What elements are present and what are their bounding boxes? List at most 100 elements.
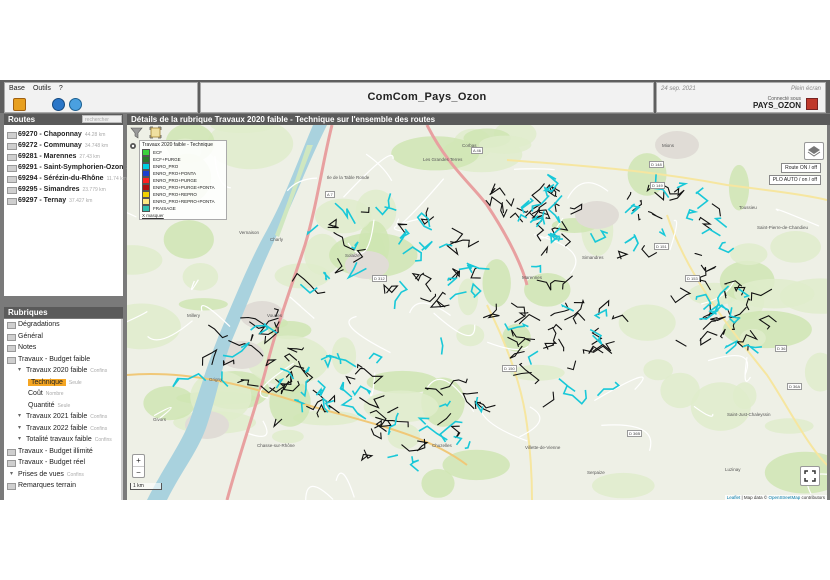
route-length: 11.74 km [106, 176, 127, 182]
map-canvas[interactable] [127, 125, 827, 500]
map-attribution: Leaflet | Map data © OpenStreetMap contr… [724, 495, 827, 500]
legend-settings-icon[interactable] [129, 142, 137, 150]
road-label: D 36A [787, 383, 803, 390]
road-label: D 150 [502, 365, 517, 372]
road-label: D 36B [627, 430, 643, 437]
legend-label: ENRO_PRO+PURGE+PONTA [153, 185, 215, 190]
route-item[interactable]: 69281 - Marennes 27.43 km [4, 151, 123, 162]
folder-icon [7, 187, 17, 194]
rubrique-item[interactable]: ▾ Prises de vues Confins [4, 469, 121, 481]
rubrique-sub: Nombre [45, 391, 64, 397]
expand-arrow-icon[interactable]: ▾ [10, 469, 13, 481]
rubrique-item[interactable]: Technique Seule [4, 377, 121, 389]
folder-icon [7, 356, 16, 364]
field-patch [272, 429, 304, 444]
legend-label: ENRO_PRO [153, 164, 179, 169]
legend-label: ENRO_PRO+REPRO+PONTA [153, 199, 215, 204]
field-patch [690, 382, 751, 431]
rubrique-item[interactable]: Quantité Seule [4, 400, 121, 412]
map-fullscreen-button[interactable] [800, 466, 820, 486]
exit-door-icon[interactable] [13, 98, 26, 111]
map-view[interactable]: Corbas Mions Les Grandes Terres Saint-Pierr… [127, 125, 827, 500]
expand-icon[interactable] [149, 126, 162, 139]
place-label: Les Grandes Terres [423, 157, 463, 162]
route-item[interactable]: 69291 - Saint-Symphorien-Ozon25.64 km [4, 162, 147, 173]
legend-rows: ECF ECF+PURGE ENRO_PRO ENRO_PRO+PONTA ENRO_P… [142, 149, 224, 212]
legend-swatch [142, 177, 150, 184]
expand-arrow-icon[interactable]: ▾ [18, 434, 21, 446]
user-panel: 24 sep. 2021 Plein écran Connecté sous P… [656, 82, 826, 113]
menu-base[interactable]: Base [9, 85, 25, 92]
route-search-input[interactable]: rechercher [82, 115, 122, 123]
place-label: Serpaize [587, 470, 605, 475]
place-label: Luzinay [725, 467, 741, 472]
fullscreen-link[interactable]: Plein écran [791, 86, 821, 92]
layers-button[interactable] [804, 142, 824, 160]
rubrique-label: Travaux 2021 faible [26, 413, 88, 420]
menu-help[interactable]: ? [59, 85, 63, 92]
user-name: PAYS_OZON [752, 101, 801, 110]
rubrique-item[interactable]: Travaux - Budget faible [4, 354, 121, 366]
place-label: Millery [187, 313, 200, 318]
legend-swatch [142, 205, 150, 212]
rubrique-item[interactable]: ▾ Travaux 2020 faible Confins [4, 365, 121, 377]
rubrique-item[interactable]: Coût Nombre [4, 388, 121, 400]
rubrique-item[interactable]: Notes [4, 342, 121, 354]
expand-arrow-icon[interactable]: ▾ [18, 423, 21, 435]
field-patch [764, 418, 814, 434]
rubriques-scrollbar[interactable] [121, 319, 123, 500]
filter-icon[interactable] [130, 126, 143, 139]
rubriques-title: Rubriques [8, 308, 48, 317]
legend-label: ENRO_PRO+PONTA [153, 171, 197, 176]
road-label: A 46 [471, 147, 484, 154]
rubriques-header: Rubriques [4, 307, 123, 318]
expand-arrow-icon[interactable]: ▾ [18, 411, 21, 423]
road-label: D 312 [372, 275, 387, 282]
field-patch [178, 298, 228, 311]
place-label: Chuzelles [432, 443, 452, 448]
legend-hide-link[interactable]: X masquer [142, 213, 224, 218]
rubrique-item[interactable]: Dégradations [4, 319, 121, 331]
rubrique-item[interactable]: Général [4, 331, 121, 343]
menu-outils[interactable]: Outils [33, 85, 51, 92]
rubrique-item[interactable]: ▾ Travaux 2022 faible Confins [4, 423, 121, 435]
search-globe-icon[interactable] [69, 98, 82, 111]
route-item[interactable]: 69270 - Chaponnay 44.28 km [4, 129, 123, 140]
rubrique-item[interactable]: ▾ Totalité travaux faible Confins [4, 434, 121, 446]
folder-icon [7, 448, 16, 456]
route-item[interactable]: 69297 - Ternay 37.427 km [4, 195, 123, 206]
route-label: 69272 - Communay [18, 142, 82, 149]
rubrique-sub: Seule [57, 402, 71, 409]
rubrique-item[interactable]: ▾ Travaux 2021 faible Confins [4, 411, 121, 423]
route-toggle-button[interactable]: Route ON / off [781, 163, 821, 173]
place-label: Mions [662, 143, 675, 148]
app-window: Base Outils ? ComCom_Pays_Ozon 24 sep. 2… [0, 80, 830, 500]
route-label: 69291 - Saint-Symphorien-Ozon [18, 164, 124, 171]
field-patch [143, 386, 196, 421]
route-item[interactable]: 69272 - Communay 34.748 km [4, 140, 123, 151]
routes-title: Routes [8, 115, 36, 124]
rubrique-label: Travaux 2022 faible [26, 424, 88, 432]
zoom-in-button[interactable]: + [133, 455, 144, 467]
plo-auto-toggle-button[interactable]: PLO AUTO / on / off [768, 175, 821, 185]
rubrique-item[interactable]: Travaux - Budget illimité [4, 446, 121, 458]
field-patch [730, 243, 768, 266]
legend-row: ECF+PURGE [142, 156, 224, 163]
route-length: 27.43 km [79, 154, 100, 160]
place-label: Saint-Just-Chaleyssin [727, 412, 771, 417]
legend-row: ENRO_PRO+PONTA [142, 170, 224, 177]
expand-arrow-icon[interactable]: ▾ [18, 365, 21, 377]
zoom-out-button[interactable]: − [133, 467, 144, 478]
logout-icon[interactable] [806, 98, 818, 110]
rubrique-item[interactable]: Remarques terrain [4, 480, 121, 492]
route-item[interactable]: 69295 - Simandres 23.779 km [4, 184, 123, 195]
road-label: D 148 [649, 161, 664, 168]
rubrique-item[interactable]: Travaux - Budget réel [4, 457, 121, 469]
rubrique-label: Quantité [28, 401, 55, 409]
leaflet-link[interactable]: Leaflet [727, 495, 741, 500]
osm-link[interactable]: OpenStreetMap [768, 495, 800, 500]
route-item[interactable]: 69294 - Sérézin-du-Rhône 11.74 km [4, 173, 127, 184]
folder-icon [7, 143, 17, 150]
zoom-control: + − [132, 454, 145, 478]
globe-icon[interactable] [52, 98, 65, 111]
